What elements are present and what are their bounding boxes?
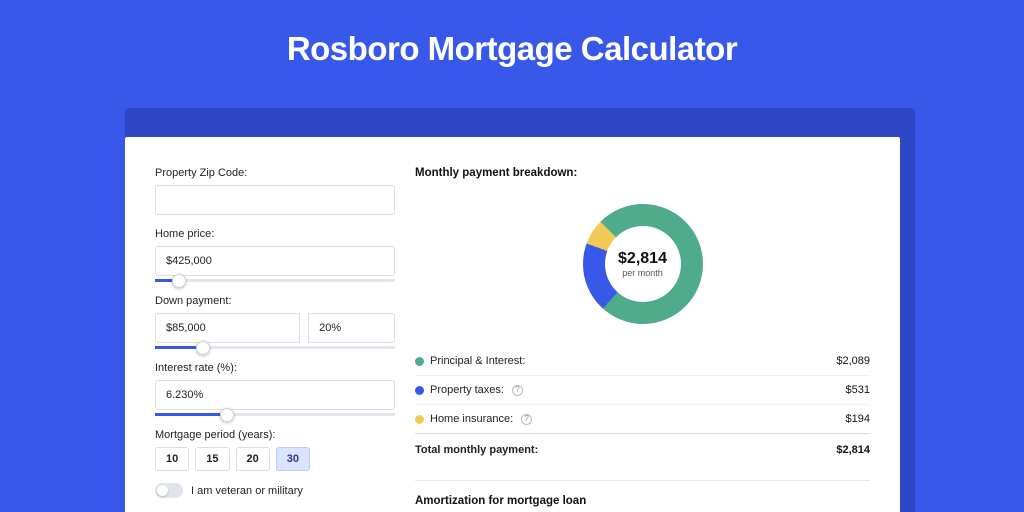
donut-chart: $2,814 per month <box>415 189 870 339</box>
page-title: Rosboro Mortgage Calculator <box>0 0 1024 68</box>
breakdown-column: Monthly payment breakdown: $2,814 per mo… <box>415 167 870 512</box>
home-price-label: Home price: <box>155 228 395 240</box>
slider-thumb[interactable] <box>220 408 234 422</box>
legend-row: Property taxes:? $531 <box>415 375 870 404</box>
total-value: $2,814 <box>836 444 870 456</box>
zip-input[interactable] <box>155 185 395 215</box>
legend-value: $2,089 <box>836 355 870 367</box>
slider-thumb[interactable] <box>172 274 186 288</box>
donut-center: $2,814 per month <box>605 226 681 302</box>
donut-center-sub: per month <box>622 268 663 278</box>
breakdown-legend: Principal & Interest: $2,089 Property taxe… <box>415 347 870 433</box>
amortization-section: Amortization for mortgage loan Amortizat… <box>415 480 870 512</box>
donut-center-value: $2,814 <box>618 250 667 268</box>
veteran-label: I am veteran or military <box>191 485 303 497</box>
legend-dot-icon <box>415 357 424 366</box>
legend-value: $194 <box>846 413 870 425</box>
field-home-price: Home price: <box>155 228 395 282</box>
amortization-title: Amortization for mortgage loan <box>415 495 870 507</box>
legend-row: Principal & Interest: $2,089 <box>415 347 870 375</box>
zip-label: Property Zip Code: <box>155 167 395 179</box>
form-column: Property Zip Code: Home price: Down paym… <box>155 167 395 512</box>
field-down-payment: Down payment: <box>155 295 395 349</box>
breakdown-title: Monthly payment breakdown: <box>415 167 870 179</box>
total-label: Total monthly payment: <box>415 444 538 456</box>
field-zip: Property Zip Code: <box>155 167 395 215</box>
period-button-10[interactable]: 10 <box>155 447 189 471</box>
down-payment-input[interactable] <box>155 313 300 343</box>
legend-label: Principal & Interest: <box>415 355 525 367</box>
interest-rate-input[interactable] <box>155 380 395 410</box>
slider-thumb[interactable] <box>196 341 210 355</box>
legend-label: Property taxes:? <box>415 384 523 396</box>
period-options: 1015 2030 <box>155 447 395 471</box>
veteran-toggle-row: I am veteran or military <box>155 483 395 498</box>
field-interest-rate: Interest rate (%): <box>155 362 395 416</box>
period-button-20[interactable]: 20 <box>236 447 270 471</box>
calculator-card: Property Zip Code: Home price: Down paym… <box>125 137 900 512</box>
interest-rate-label: Interest rate (%): <box>155 362 395 374</box>
legend-dot-icon <box>415 386 424 395</box>
help-icon[interactable]: ? <box>521 414 532 425</box>
legend-value: $531 <box>846 384 870 396</box>
legend-dot-icon <box>415 415 424 424</box>
down-payment-slider[interactable] <box>155 346 395 349</box>
home-price-input[interactable] <box>155 246 395 276</box>
legend-label: Home insurance:? <box>415 413 532 425</box>
field-period: Mortgage period (years): 1015 2030 <box>155 429 395 471</box>
down-payment-pct-input[interactable] <box>308 313 395 343</box>
period-label: Mortgage period (years): <box>155 429 395 441</box>
down-payment-label: Down payment: <box>155 295 395 307</box>
veteran-toggle[interactable] <box>155 483 183 498</box>
home-price-slider[interactable] <box>155 279 395 282</box>
interest-rate-slider[interactable] <box>155 413 395 416</box>
legend-row: Home insurance:? $194 <box>415 404 870 433</box>
help-icon[interactable]: ? <box>512 385 523 396</box>
period-button-30[interactable]: 30 <box>276 447 310 471</box>
period-button-15[interactable]: 15 <box>195 447 229 471</box>
page: Rosboro Mortgage Calculator Property Zip… <box>0 0 1024 512</box>
breakdown-total-row: Total monthly payment: $2,814 <box>415 433 870 464</box>
